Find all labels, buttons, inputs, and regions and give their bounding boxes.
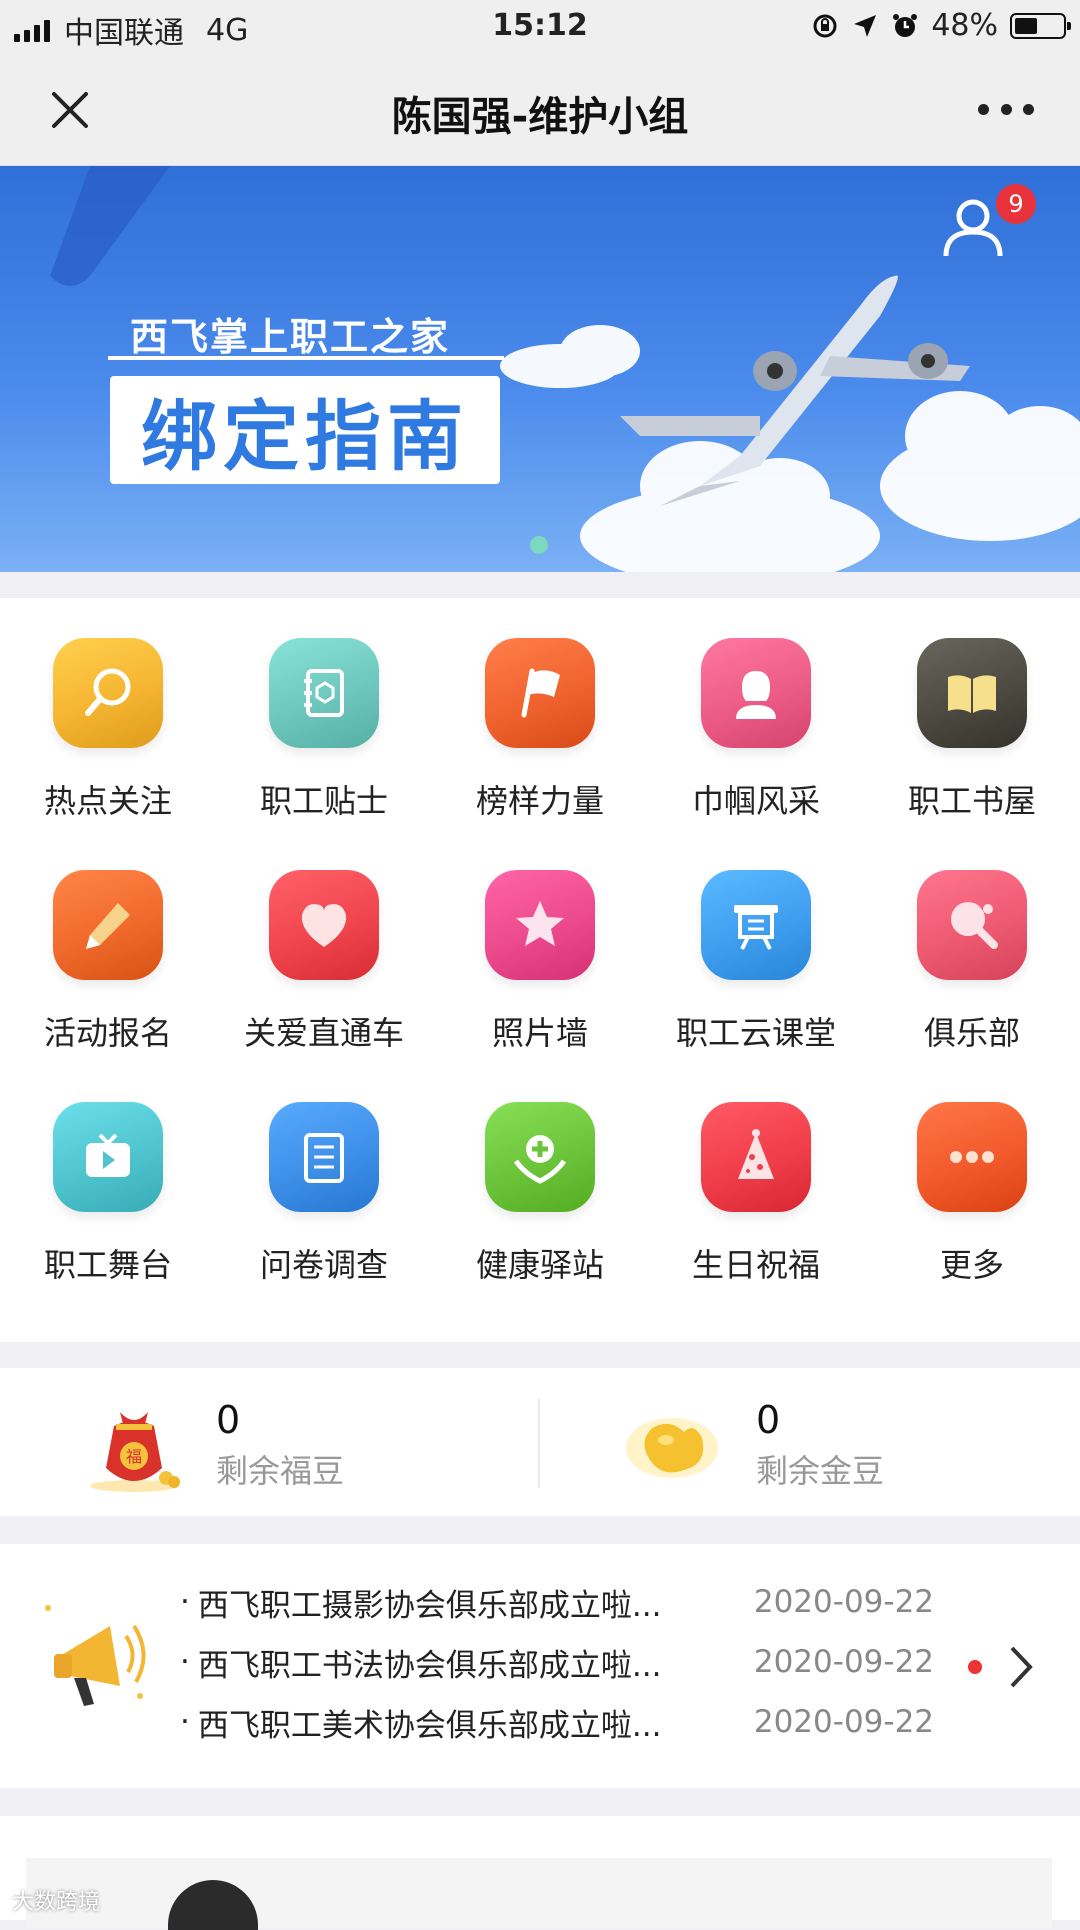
app-label: 俱乐部 (923, 1014, 1020, 1052)
apps-card: 热点关注 职工贴士 榜样力量 巾帼风采 职工书屋活动报名 关爱直通车 照片墙 职工云课堂 俱乐部… (0, 598, 1080, 1342)
notebook-icon (269, 638, 379, 748)
app-label: 职工贴士 (259, 782, 388, 820)
app-woman[interactable]: 巾帼风采 (648, 638, 864, 870)
bullet: · (180, 1704, 190, 1740)
party-hat-icon (701, 1102, 811, 1212)
app-label: 职工云课堂 (675, 1014, 836, 1052)
app-document[interactable]: 问卷调查 (216, 1102, 432, 1334)
news-card[interactable]: · 西飞职工摄影协会俱乐部成立啦... 2020-09-22 · 西飞职工书法协会俱乐部… (0, 1544, 1080, 1788)
news-title: 西飞职工摄影协会俱乐部成立啦... (197, 1587, 662, 1624)
banner-divider (108, 356, 504, 360)
app-label: 热点关注 (43, 782, 172, 820)
tv-icon (53, 1102, 163, 1212)
fudou-label: 剩余福豆 (216, 1452, 345, 1490)
app-tv[interactable]: 职工舞台 (0, 1102, 216, 1334)
banner-title: 绑定指南 (141, 392, 469, 481)
notification-badge: 9 (996, 184, 1036, 224)
carousel-indicator[interactable] (530, 536, 548, 554)
location-icon (851, 12, 879, 40)
news-item[interactable]: · 西飞职工美术协会俱乐部成立啦... 2020-09-22 (180, 1692, 940, 1752)
bottom-card (0, 1816, 1080, 1928)
alarm-icon (891, 12, 919, 40)
heart-icon (269, 870, 379, 980)
app-label: 照片墙 (491, 1014, 588, 1052)
chevron-right-icon[interactable] (1006, 1644, 1036, 1690)
gold-bean-icon (622, 1398, 722, 1494)
app-heart[interactable]: 关爱直通车 (216, 870, 432, 1102)
points-card: 福 0 剩余福豆 0 剩余金豆 (0, 1368, 1080, 1516)
jindou-value: 0 (756, 1398, 781, 1442)
rotation-lock-icon (811, 12, 839, 40)
woman-icon (701, 638, 811, 748)
news-title: 西飞职工书法协会俱乐部成立啦... (197, 1647, 662, 1684)
fudou-points[interactable]: 福 0 剩余福豆 (0, 1368, 538, 1516)
app-party-hat[interactable]: 生日祝福 (648, 1102, 864, 1334)
star-icon (485, 870, 595, 980)
search-icon (53, 638, 163, 748)
app-search[interactable]: 热点关注 (0, 638, 216, 870)
megaphone-icon (40, 1596, 150, 1726)
app-label: 职工书屋 (907, 782, 1036, 820)
app-flag[interactable]: 榜样力量 (432, 638, 648, 870)
bullet: · (180, 1584, 190, 1620)
battery-icon (1010, 12, 1071, 39)
classroom-icon (701, 870, 811, 980)
app-label: 健康驿站 (475, 1246, 604, 1284)
app-label: 关爱直通车 (243, 1014, 404, 1052)
nav-bar: 陈国强-维护小组 (0, 54, 1080, 166)
app-pingpong[interactable]: 俱乐部 (864, 870, 1080, 1102)
bullet: · (180, 1644, 190, 1680)
status-bar: 中国联通 4G 15:12 48% (0, 0, 1080, 54)
app-label: 职工舞台 (43, 1246, 172, 1284)
banner-subtitle: 西飞掌上职工之家 (130, 315, 451, 359)
more-dots-icon (917, 1102, 1027, 1212)
status-right: 48% (811, 8, 1071, 43)
banner-carousel[interactable]: 西飞掌上职工之家 绑定指南 9 (0, 166, 1080, 572)
battery-percent: 48% (931, 8, 998, 43)
jindou-label: 剩余金豆 (756, 1452, 885, 1490)
book-icon (917, 638, 1027, 748)
news-date: 2020-09-22 (753, 1704, 935, 1740)
app-more-dots[interactable]: 更多 (864, 1102, 1080, 1334)
app-label: 榜样力量 (475, 782, 604, 820)
news-title: 西飞职工美术协会俱乐部成立啦... (197, 1707, 662, 1744)
app-label: 问卷调查 (259, 1246, 388, 1284)
app-pencil[interactable]: 活动报名 (0, 870, 216, 1102)
banner-title-box: 绑定指南 (110, 376, 500, 484)
news-date: 2020-09-22 (753, 1584, 935, 1620)
flag-icon (485, 638, 595, 748)
page-title: 陈国强-维护小组 (391, 94, 689, 140)
svg-text:福: 福 (126, 1447, 142, 1466)
app-health[interactable]: 健康驿站 (432, 1102, 648, 1334)
health-icon (485, 1102, 595, 1212)
news-item[interactable]: · 西飞职工摄影协会俱乐部成立啦... 2020-09-22 (180, 1572, 940, 1632)
banner-illustration (50, 166, 1080, 572)
app-notebook[interactable]: 职工贴士 (216, 638, 432, 870)
document-icon (269, 1102, 379, 1212)
app-label: 生日祝福 (691, 1246, 820, 1284)
app-label: 活动报名 (43, 1014, 172, 1052)
news-date: 2020-09-22 (753, 1644, 935, 1680)
app-label: 巾帼风采 (691, 782, 820, 820)
more-icon[interactable] (978, 94, 1034, 124)
app-label: 更多 (939, 1246, 1004, 1284)
news-item[interactable]: · 西飞职工书法协会俱乐部成立啦... 2020-09-22 (180, 1632, 940, 1692)
watermark: 大数跨境 (12, 1890, 101, 1915)
news-list: · 西飞职工摄影协会俱乐部成立啦... 2020-09-22 · 西飞职工书法协会俱乐部… (180, 1572, 940, 1752)
app-book[interactable]: 职工书屋 (864, 638, 1080, 870)
lucky-bag-icon: 福 (84, 1398, 184, 1494)
jindou-points[interactable]: 0 剩余金豆 (540, 1368, 1080, 1516)
fudou-value: 0 (216, 1398, 241, 1442)
unread-dot (968, 1660, 982, 1674)
app-classroom[interactable]: 职工云课堂 (648, 870, 864, 1102)
app-star[interactable]: 照片墙 (432, 870, 648, 1102)
pencil-icon (53, 870, 163, 980)
pingpong-icon (917, 870, 1027, 980)
apps-grid: 热点关注 职工贴士 榜样力量 巾帼风采 职工书屋活动报名 关爱直通车 照片墙 职工云课堂 俱乐部… (0, 638, 1080, 1334)
